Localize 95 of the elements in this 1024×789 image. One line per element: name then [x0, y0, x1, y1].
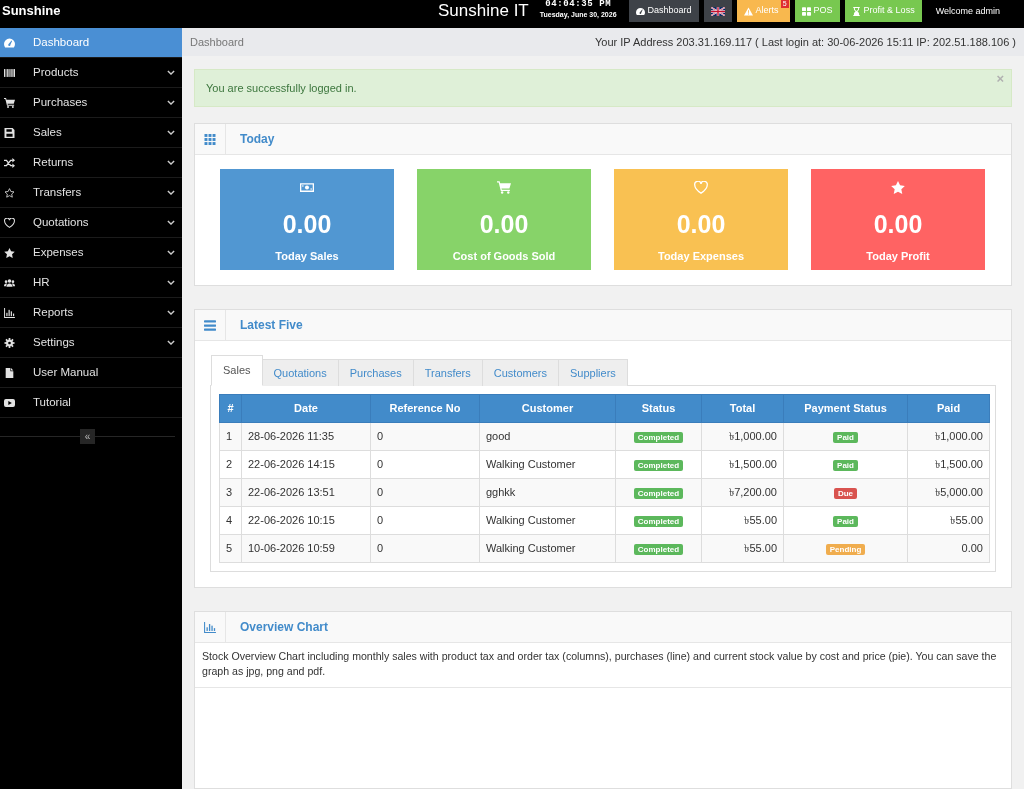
stat-value: 0.00 [873, 210, 923, 238]
table-cell: ৳1,500.00 [907, 450, 990, 479]
table-cell: ৳1,000.00 [701, 422, 784, 451]
stat-value: 0.00 [479, 210, 529, 238]
users-icon [3, 277, 15, 288]
payment-status-badge: Paid [833, 460, 858, 472]
breadcrumb-item: Dashboard [190, 34, 244, 50]
table-cell: 28-06-2026 11:35 [241, 422, 371, 451]
payment-status-badge: Due [833, 488, 858, 500]
collapse-sidebar-button[interactable]: « [80, 429, 95, 444]
status-badge: Completed [633, 544, 684, 556]
login-info-text: Your IP Address 203.31.169.117 ( Last login at: 30-06-2026 15:11 IP: 202.51.188.106 ) [595, 34, 1016, 50]
gauge-icon [635, 6, 645, 16]
table-cell: 10-06-2026 10:59 [241, 534, 371, 563]
tab[interactable]: Sales [211, 355, 263, 386]
table-cell: 22-06-2026 13:51 [241, 478, 371, 507]
cart-icon [3, 97, 15, 108]
welcome-text: Welcome admin [935, 5, 1000, 18]
table-cell: 1 [219, 422, 242, 451]
panel-title: Latest Five [240, 317, 303, 334]
list-icon [204, 319, 216, 331]
table-cell: 0 [370, 478, 480, 507]
status-badge: Completed [633, 488, 684, 500]
stat-value: 0.00 [282, 210, 332, 238]
table-cell: good [479, 422, 616, 451]
table-cell: 3 [219, 478, 242, 507]
column-header: # [219, 394, 242, 423]
stat-label: Today Sales [275, 249, 339, 263]
settings-icon [3, 337, 15, 348]
table-cell: Walking Customer [479, 534, 616, 563]
table-cell: 22-06-2026 14:15 [241, 450, 371, 479]
table-cell: 0 [370, 534, 480, 563]
stat-label: Cost of Goods Sold [452, 249, 556, 263]
status-badge: Completed [633, 432, 684, 444]
table-cell: ৳55.00 [907, 506, 990, 535]
bar-chart-icon [204, 621, 216, 633]
table-cell: ৳55.00 [701, 534, 784, 563]
hourglass-icon [851, 6, 861, 16]
column-header: Reference No [370, 394, 480, 423]
stat-label: Today Expenses [658, 249, 744, 263]
column-header: Date [241, 394, 371, 423]
chart-description: Stock Overview Chart including monthly sales with product tax and order tax (columns), purchases (line) and current stock value by cost and price (pie). You can save the graph as jpg, png and pdf. [195, 643, 1011, 688]
stat-label: Today Profit [866, 249, 930, 263]
dashboard-button[interactable]: Dashboard [628, 0, 699, 22]
payment-status-badge: Paid [833, 516, 858, 528]
document-icon [3, 367, 15, 378]
star-icon [891, 181, 905, 194]
table-cell: 0 [370, 506, 480, 535]
stat-value: 0.00 [676, 210, 726, 238]
app-title: Sunshine IT [438, 0, 529, 22]
alert-message: You are successfully logged in. [206, 80, 357, 96]
table-cell: 4 [219, 506, 242, 535]
table-cell: ৳5,000.00 [907, 478, 990, 507]
column-header: Total [701, 394, 784, 423]
video-icon [3, 397, 15, 408]
table-cell: ৳7,200.00 [701, 478, 784, 507]
banknote-icon [300, 181, 314, 194]
table-cell: 0 [370, 450, 480, 479]
table-cell: 2 [219, 450, 242, 479]
warning-icon [743, 6, 753, 16]
status-badge: Completed [633, 516, 684, 528]
table-cell: 5 [219, 534, 242, 563]
barcode-icon [3, 67, 15, 78]
grid-icon [204, 133, 216, 145]
column-header: Payment Status [783, 394, 908, 423]
language-button[interactable] [703, 0, 732, 22]
status-badge: Completed [633, 460, 684, 472]
table-cell: ৳1,000.00 [907, 422, 990, 451]
column-header: Status [615, 394, 702, 423]
grid-icon [801, 6, 811, 16]
bar-chart-icon [3, 307, 15, 318]
table-cell: Walking Customer [479, 506, 616, 535]
heart-icon [694, 181, 708, 194]
panel-title: Overview Chart [240, 619, 329, 636]
heart-icon [3, 217, 15, 228]
table-cell: Walking Customer [479, 450, 616, 479]
star-outline-icon [3, 187, 15, 198]
shuffle-icon [3, 157, 15, 168]
payment-status-badge: Pending [825, 544, 866, 556]
table-cell: 0.00 [907, 534, 990, 563]
table-cell: 22-06-2026 10:15 [241, 506, 371, 535]
table-cell: ৳55.00 [701, 506, 784, 535]
star-icon [3, 247, 15, 258]
cart-icon [497, 181, 511, 194]
flag-icon [710, 6, 725, 16]
payment-status-badge: Paid [833, 432, 858, 444]
table-cell: ৳1,500.00 [701, 450, 784, 479]
clock-time: 04:04:35 PM [545, 0, 612, 9]
panel-title: Today [240, 131, 275, 148]
column-header: Paid [907, 394, 990, 423]
table-cell: 0 [370, 422, 480, 451]
gauge-icon [3, 37, 15, 48]
table-cell: gghkk [479, 478, 616, 507]
column-header: Customer [479, 394, 616, 423]
brand-name: Sunshine [1, 2, 61, 20]
